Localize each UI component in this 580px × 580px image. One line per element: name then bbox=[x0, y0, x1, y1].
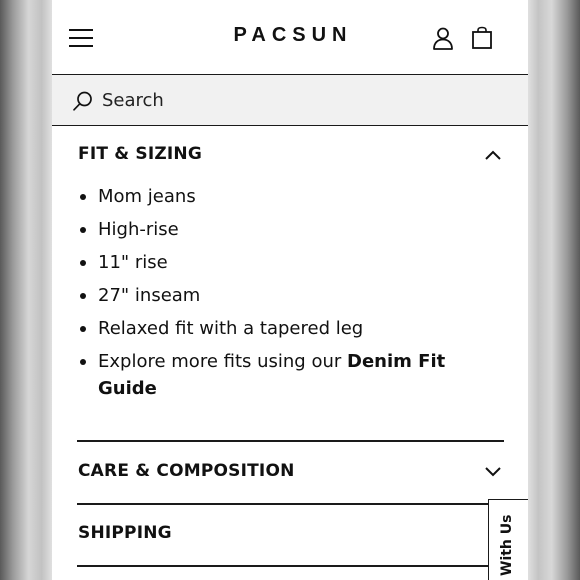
user-icon[interactable] bbox=[431, 26, 455, 50]
list-item: 11" rise bbox=[78, 249, 508, 276]
chevron-down-icon[interactable] bbox=[484, 466, 502, 478]
shipping-heading[interactable]: SHIPPING bbox=[78, 523, 172, 543]
search-input[interactable] bbox=[102, 87, 502, 113]
explore-text: Explore more fits using our bbox=[98, 351, 347, 372]
background-left bbox=[0, 0, 52, 580]
list-item: High-rise bbox=[78, 216, 508, 243]
list-item: Relaxed fit with a tapered leg bbox=[78, 315, 508, 342]
fit-sizing-list: Mom jeans High-rise 11" rise 27" inseam … bbox=[78, 183, 508, 408]
chat-with-us-tab[interactable]: With Us bbox=[488, 499, 528, 580]
chat-tab-label: With Us bbox=[499, 514, 515, 576]
brand-logo[interactable]: PACSUN bbox=[52, 24, 528, 47]
list-item-explore: Explore more fits using our Denim Fit Gu… bbox=[78, 348, 508, 402]
fit-sizing-heading[interactable]: FIT & SIZING bbox=[78, 144, 202, 164]
list-item: 27" inseam bbox=[78, 282, 508, 309]
site-header: PACSUN bbox=[52, 0, 528, 75]
list-item: Mom jeans bbox=[78, 183, 508, 210]
background-right bbox=[528, 0, 580, 580]
search-icon[interactable] bbox=[72, 90, 94, 112]
care-composition-heading[interactable]: CARE & COMPOSITION bbox=[78, 461, 295, 481]
mobile-page: PACSUN FIT & SIZING Mom jeans High-rise … bbox=[52, 0, 528, 580]
divider bbox=[77, 503, 504, 505]
shopping-bag-icon[interactable] bbox=[471, 26, 493, 50]
divider bbox=[77, 440, 504, 442]
search-bar[interactable] bbox=[52, 75, 528, 126]
chevron-up-icon[interactable] bbox=[484, 149, 502, 161]
divider bbox=[77, 565, 504, 567]
